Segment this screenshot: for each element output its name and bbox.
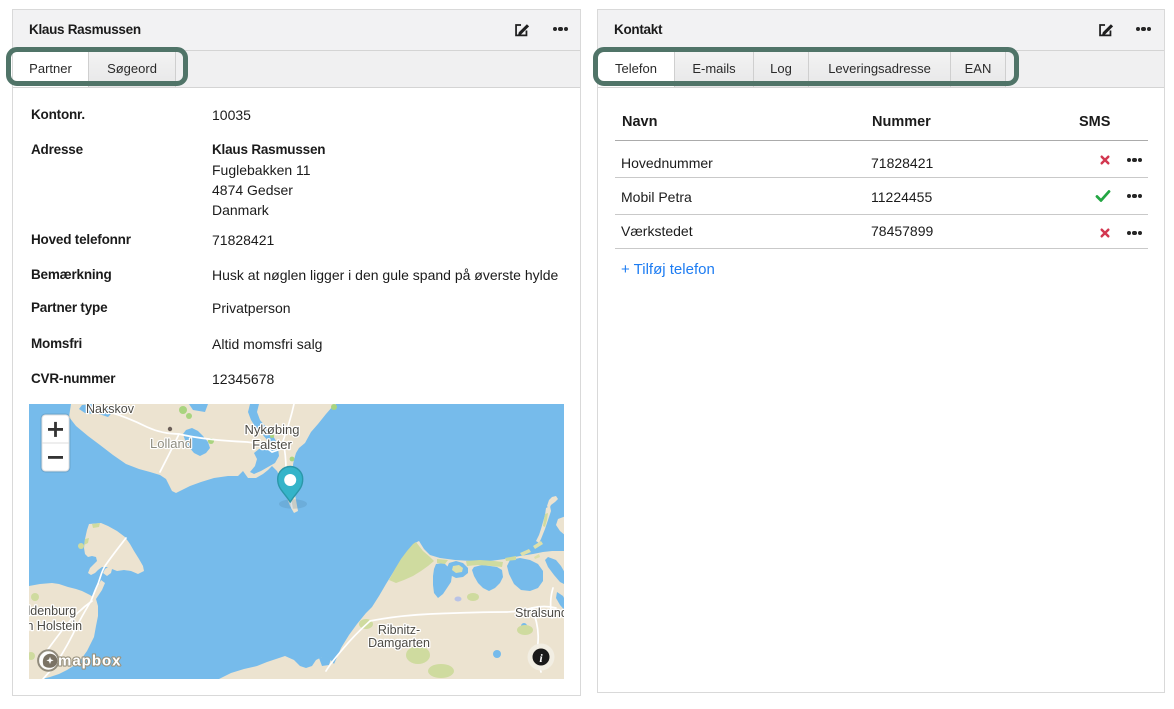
svg-text:Nykøbing: Nykøbing xyxy=(245,422,300,437)
svg-text:n Holstein: n Holstein xyxy=(29,619,82,633)
svg-text:ldenburg: ldenburg xyxy=(29,604,76,618)
svg-text:Stralsund: Stralsund xyxy=(515,606,564,620)
svg-text:Nakskov: Nakskov xyxy=(86,404,135,416)
svg-text:mapbox: mapbox xyxy=(58,653,122,670)
svg-text:Falster: Falster xyxy=(252,437,292,452)
svg-text:Lolland: Lolland xyxy=(150,436,192,451)
svg-text:Ribnitz-: Ribnitz- xyxy=(378,623,420,637)
svg-text:Damgarten: Damgarten xyxy=(368,636,430,650)
